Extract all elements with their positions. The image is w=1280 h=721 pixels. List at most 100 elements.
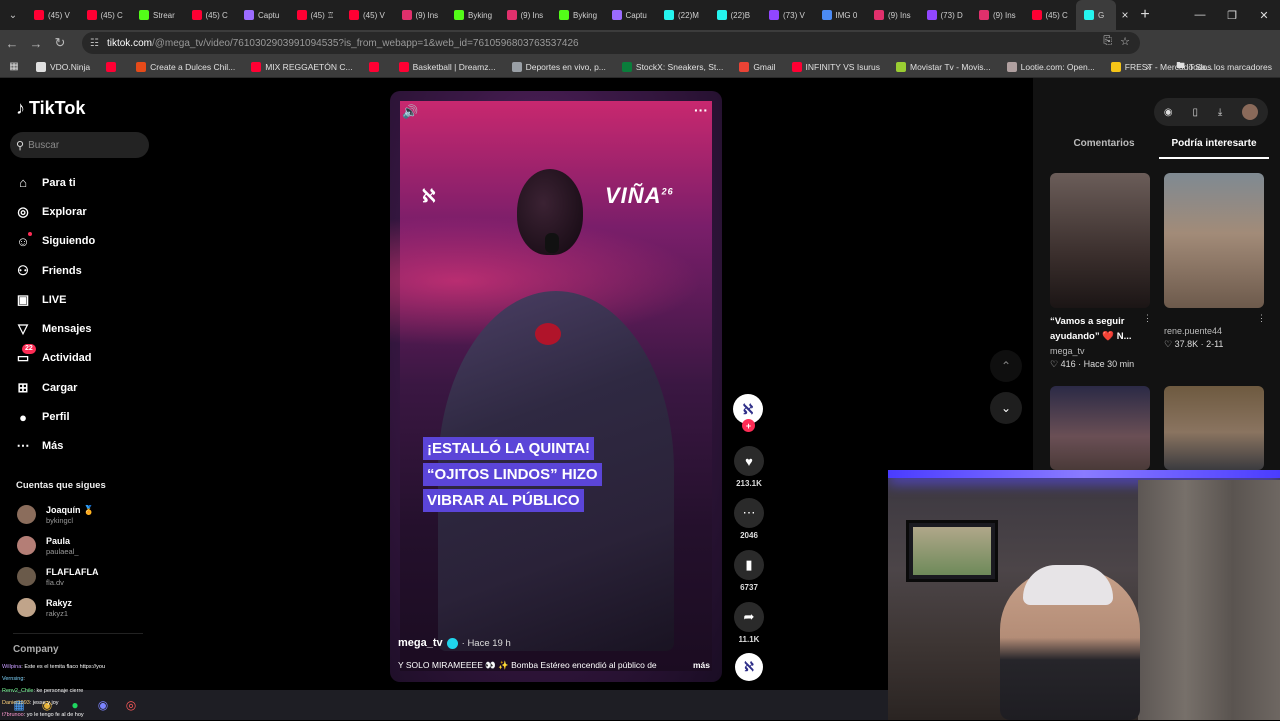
more-options-icon[interactable]: ··· <box>694 102 708 118</box>
heart-icon[interactable]: ♥ <box>734 446 764 476</box>
card-author[interactable]: mega_tv <box>1050 346 1150 356</box>
tab-active[interactable]: G <box>1076 0 1116 30</box>
browser-tab[interactable]: (45) C <box>79 0 132 30</box>
tab-recommended[interactable]: Podría interesarte <box>1159 138 1269 159</box>
following-item[interactable]: Joaquín 🏅 bykingcl <box>17 499 98 530</box>
more-link[interactable]: más <box>693 660 710 670</box>
bookmark-item[interactable] <box>98 61 128 72</box>
recommended-card[interactable]: ⋮ “Vamos a seguir ayudando” ❤️ N... mega… <box>1050 173 1152 370</box>
recommended-card[interactable] <box>1164 386 1264 470</box>
browser-tab[interactable]: IMG 0 <box>814 0 867 30</box>
device-icon[interactable]: ▯ <box>1192 107 1198 118</box>
share-icon[interactable]: ➦ <box>734 602 764 632</box>
nav-item-cargar[interactable]: ⊞ Cargar <box>14 373 95 402</box>
back-button[interactable]: ← <box>0 30 24 56</box>
tiktok-logo[interactable]: ♪ TikTok <box>16 98 85 119</box>
follow-plus-icon[interactable]: + <box>742 419 755 432</box>
bookmark-item[interactable]: Movistar Tv - Movis... <box>888 61 999 72</box>
bookmark-item[interactable] <box>361 61 391 72</box>
search-icon: ⚲ <box>16 139 25 152</box>
install-app-icon[interactable]: ⎘ <box>1103 35 1112 48</box>
creator-avatar[interactable]: ℵ + <box>733 394 763 432</box>
nav-item-parati[interactable]: ⌂ Para ti <box>14 168 95 197</box>
browser-tab[interactable]: Byking <box>551 0 604 30</box>
bookmark-item[interactable]: Create a Dulces Chil... <box>128 61 243 72</box>
nav-item-explorar[interactable]: ◎ Explorar <box>14 197 95 226</box>
browser-tab[interactable]: (45) ♖ <box>289 0 342 30</box>
card-thumbnail[interactable] <box>1164 386 1264 470</box>
video-player[interactable]: ℵ VIÑA26 ¡ESTALLÓ LA QUINTA! “OJITOS LIND… <box>390 91 722 682</box>
comment-icon[interactable]: ⋯ <box>734 498 764 528</box>
bookmark-item[interactable]: INFINITY VS Isurus <box>784 61 888 72</box>
tab-comments[interactable]: Comentarios <box>1049 138 1159 159</box>
compass-icon[interactable]: ◉ <box>1164 107 1173 118</box>
close-tab-icon[interactable]: × <box>1116 8 1134 22</box>
browser-tab[interactable]: (9) Ins <box>394 0 447 30</box>
music-disc-icon[interactable]: ℵ <box>735 653 763 681</box>
browser-tab[interactable]: (73) D <box>919 0 972 30</box>
previous-video-button[interactable]: ⌃ <box>990 350 1022 382</box>
download-icon[interactable]: ⤓ <box>1218 107 1222 118</box>
next-video-button[interactable]: ⌄ <box>990 392 1022 424</box>
card-thumbnail[interactable] <box>1164 173 1264 308</box>
browser-tab[interactable]: Byking <box>446 0 499 30</box>
user-avatar[interactable] <box>1242 104 1259 120</box>
following-item[interactable]: Rakyz rakyz1 <box>17 592 98 623</box>
browser-tab[interactable]: (9) Ins <box>971 0 1024 30</box>
card-thumbnail[interactable] <box>1050 386 1150 470</box>
browser-tab[interactable]: (22)M <box>656 0 709 30</box>
bookmarks-more-button[interactable]: » <box>1146 56 1152 78</box>
bookmark-item[interactable]: Deportes en vivo, p... <box>504 61 614 72</box>
bookmark-item[interactable]: VDO.Ninja <box>28 61 98 72</box>
bookmark-icon[interactable]: ▮ <box>734 550 764 580</box>
following-item[interactable]: Paula paulaeal_ <box>17 530 98 561</box>
site-info-icon[interactable]: ☷ <box>90 38 99 49</box>
bookmark-item[interactable]: Gmail <box>731 61 783 72</box>
new-tab-button[interactable]: + <box>1134 6 1156 24</box>
recommended-card[interactable] <box>1050 386 1150 470</box>
browser-tab[interactable]: (45) C <box>184 0 237 30</box>
volume-icon[interactable]: 🔊 <box>402 104 418 120</box>
nav-item-actividad[interactable]: ▭ 22 Actividad <box>14 343 95 373</box>
tab-label: (45) C <box>205 10 228 20</box>
nav-item-ms[interactable]: ⋯ Más <box>14 432 95 461</box>
browser-tab[interactable]: Captu <box>236 0 289 30</box>
nav-item-perfil[interactable]: ● Perfil <box>14 402 95 431</box>
bookmark-item[interactable]: MIX REGGAETÓN C... <box>243 61 360 72</box>
browser-tab[interactable]: (9) Ins <box>499 0 552 30</box>
browser-tab[interactable]: (45) V <box>26 0 79 30</box>
restore-icon[interactable]: ❐ <box>1216 0 1248 30</box>
apps-grid-icon[interactable]: ▦ <box>0 61 28 72</box>
browser-tab[interactable]: Strear <box>131 0 184 30</box>
bookmark-item[interactable]: Lootie.com: Open... <box>999 61 1103 72</box>
browser-tab[interactable]: (45) C <box>1024 0 1077 30</box>
search-input[interactable]: ⚲ Buscar <box>10 132 149 158</box>
card-menu-icon[interactable]: ⋮ <box>1257 313 1266 324</box>
tab-search-icon[interactable]: ⌄ <box>0 0 26 30</box>
nav-item-siguiendo[interactable]: ☺ Siguiendo <box>14 227 95 256</box>
close-window-icon[interactable]: ✕ <box>1248 0 1280 30</box>
browser-tab[interactable]: (22)B <box>709 0 762 30</box>
bookmark-star-icon[interactable]: ☆ <box>1120 35 1130 48</box>
card-thumbnail[interactable] <box>1050 173 1150 308</box>
card-author[interactable]: rene.puente44 <box>1164 326 1264 336</box>
all-bookmarks-button[interactable]: 🖿 Todos los marcadores <box>1176 56 1272 78</box>
nav-item-mensajes[interactable]: ▽ Mensajes <box>14 314 95 343</box>
nav-item-friends[interactable]: ⚇ Friends <box>14 256 95 285</box>
browser-tab[interactable]: (9) Ins <box>866 0 919 30</box>
browser-tab[interactable]: Captu <box>604 0 657 30</box>
forward-button[interactable]: → <box>24 30 48 56</box>
minimize-icon[interactable]: — <box>1184 0 1216 30</box>
following-item[interactable]: FLAFLAFLA fla.dv <box>17 561 98 592</box>
bookmark-item[interactable]: StockX: Sneakers, St... <box>614 61 731 72</box>
reload-button[interactable]: ↻ <box>48 30 72 56</box>
address-bar[interactable]: ☷ tiktok.com /@mega_tv/video/76103029039… <box>82 32 1140 54</box>
card-menu-icon[interactable]: ⋮ <box>1143 313 1152 324</box>
video-author[interactable]: mega_tv <box>398 637 443 649</box>
nav-item-live[interactable]: ▣ LIVE <box>14 285 95 314</box>
company-link[interactable]: Company <box>13 644 59 655</box>
browser-tab[interactable]: (73) V <box>761 0 814 30</box>
recommended-card[interactable]: ⋮ rene.puente44 ♡ 37.8K · 2-11 <box>1164 173 1266 350</box>
browser-tab[interactable]: (45) V <box>341 0 394 30</box>
bookmark-item[interactable]: Basketball | Dreamz... <box>391 61 504 72</box>
